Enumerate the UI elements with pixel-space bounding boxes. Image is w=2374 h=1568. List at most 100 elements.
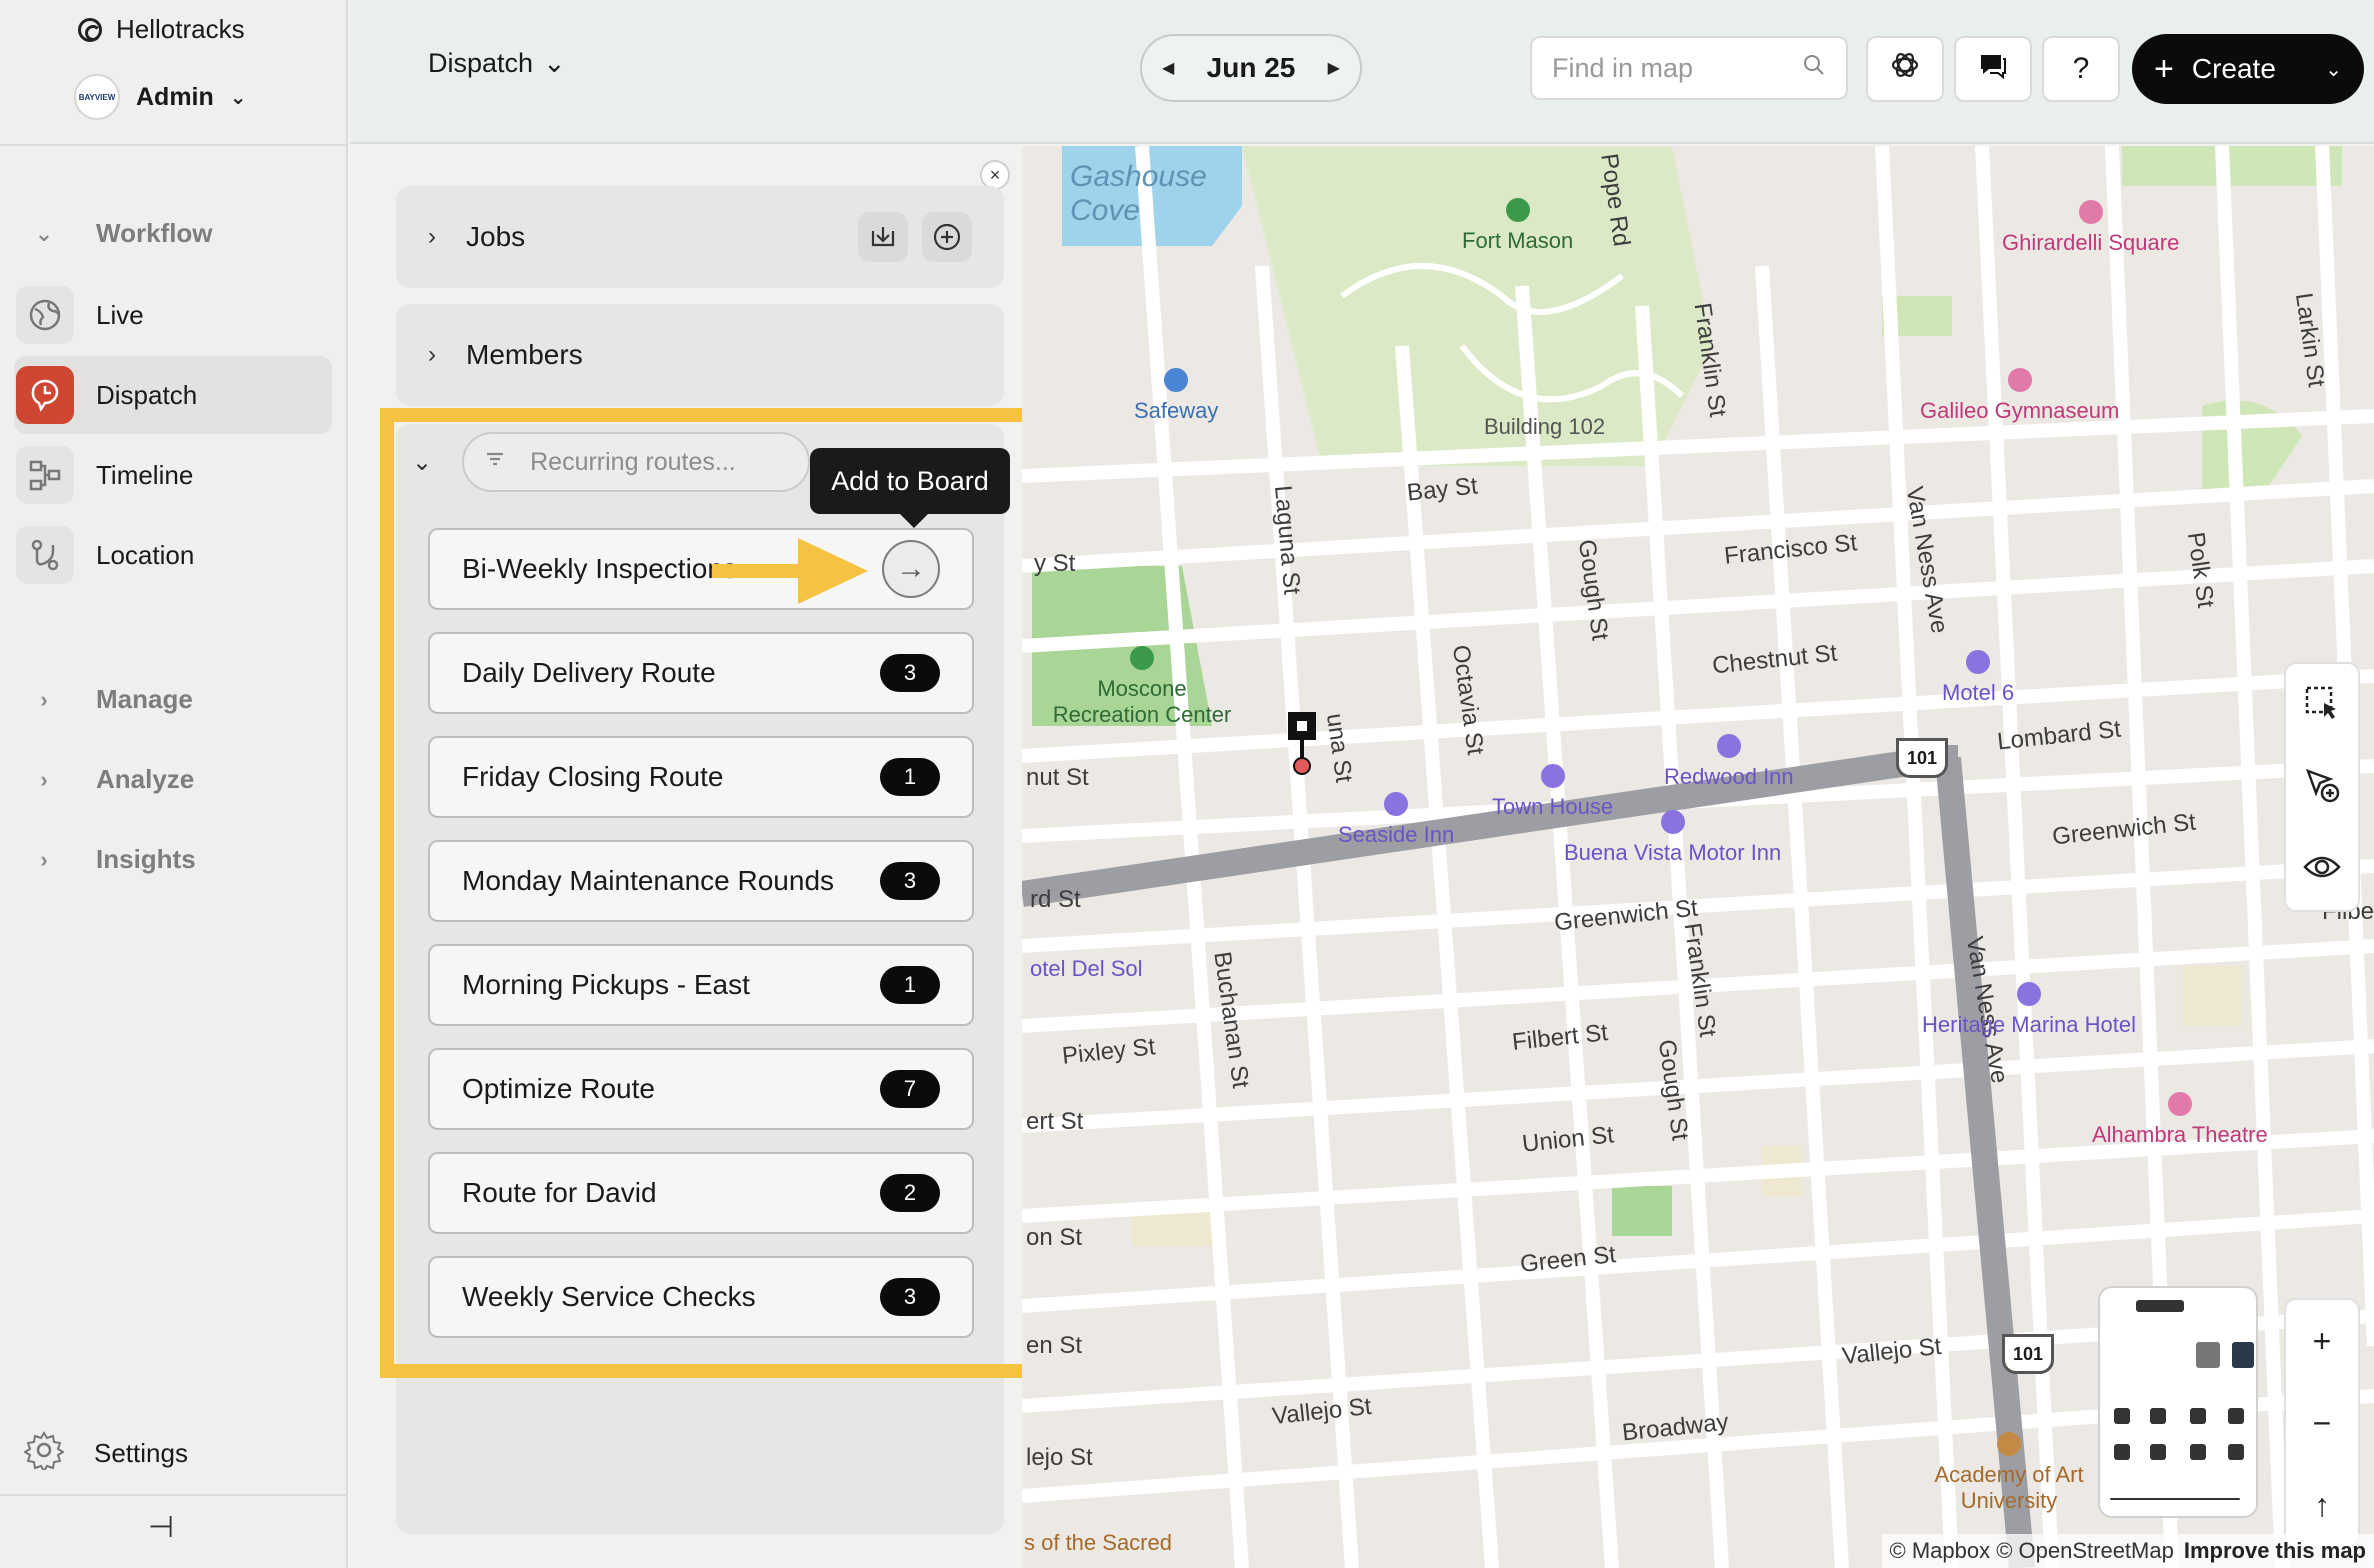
- next-day-icon[interactable]: ▶: [1328, 58, 1340, 78]
- sidebar-group-label: Manage: [96, 684, 193, 714]
- account-name: Admin: [136, 82, 214, 111]
- poi-label: Galileo Gymnaseum: [1920, 398, 2120, 423]
- street-label: ert St: [1026, 1108, 1084, 1135]
- jobs-section[interactable]: › Jobs: [396, 186, 1004, 288]
- sidebar-item-label: Dispatch: [96, 379, 198, 410]
- poi-label: s of the Sacred: [1024, 1530, 1172, 1555]
- poi-sacred[interactable]: s of the Sacred: [1024, 1530, 1172, 1556]
- map-view[interactable]: Laguna St Bay St Francisco St Chestnut S…: [1022, 146, 2374, 1568]
- dark-thumb: [2232, 1342, 2254, 1368]
- sidebar-group-analyze[interactable]: › Analyze: [30, 764, 194, 795]
- poi-label: Seaside Inn: [1338, 822, 1455, 847]
- add-job-button[interactable]: [922, 212, 972, 262]
- route-count-badge: 3: [880, 1278, 940, 1316]
- dispatch-icon: [16, 366, 74, 424]
- route-count-badge: 3: [880, 862, 940, 900]
- chevron-down-icon: ⌄: [34, 220, 54, 246]
- poi-moscone-recreation-center[interactable]: Moscone Recreation Center: [1042, 646, 1242, 728]
- help-button[interactable]: ?: [2042, 36, 2120, 102]
- sidebar-group-manage[interactable]: › Manage: [30, 684, 193, 715]
- poi-ghirardelli-square[interactable]: Ghirardelli Square: [2002, 200, 2179, 256]
- hotel-icon: [1384, 792, 1409, 816]
- jobs-actions: [858, 212, 972, 262]
- poi-academy-of-art-university[interactable]: Academy of Art University: [1934, 1432, 2084, 1514]
- messages-button[interactable]: [1954, 36, 2032, 102]
- map-layers-button[interactable]: [2098, 1286, 2258, 1518]
- add-place-icon[interactable]: [2302, 765, 2342, 810]
- route-item[interactable]: Bi-Weekly Inspections →: [428, 528, 974, 610]
- route-item[interactable]: Optimize Route 7: [428, 1048, 974, 1130]
- layer-icon: [2228, 1444, 2244, 1460]
- previous-day-icon[interactable]: ◀: [1162, 58, 1174, 78]
- hotel-icon: [1540, 764, 1565, 788]
- divider: [0, 144, 346, 146]
- chevron-down-icon[interactable]: ⌄: [412, 448, 432, 477]
- chevron-down-icon: ⌄: [543, 48, 566, 78]
- poi-alhambra-theatre[interactable]: Alhambra Theatre: [2092, 1092, 2268, 1148]
- school-icon: [1997, 1432, 2021, 1456]
- account-switcher[interactable]: BAYVIEW Admin ⌄: [74, 74, 247, 120]
- section-title: Jobs: [466, 221, 526, 252]
- route-item[interactable]: Friday Closing Route 1: [428, 736, 974, 818]
- arrow-right-icon: →: [896, 552, 926, 585]
- sidebar-item-timeline[interactable]: Timeline: [14, 436, 332, 514]
- account-logo: BAYVIEW: [78, 92, 116, 102]
- map-marker-icon[interactable]: [1286, 710, 1318, 776]
- app-brand[interactable]: Hellotracks: [78, 14, 245, 45]
- filter-icon: [484, 448, 506, 477]
- sidebar: Hellotracks BAYVIEW Admin ⌄ ⌄ Workflow L…: [0, 0, 348, 1568]
- route-item[interactable]: Daily Delivery Route 3: [428, 632, 974, 714]
- zoom-out-icon[interactable]: −: [2313, 1405, 2332, 1442]
- poi-fort-mason[interactable]: Fort Mason: [1462, 198, 1573, 254]
- sidebar-group-workflow[interactable]: ⌄ Workflow: [30, 218, 213, 249]
- highway-shield: 101: [1896, 738, 1948, 778]
- poi-heritage-marina-hotel[interactable]: Heritage Marina Hotel: [1922, 982, 2136, 1038]
- search-input[interactable]: [1552, 52, 1792, 84]
- street-label: rd St: [1030, 886, 1081, 913]
- eye-icon[interactable]: [2302, 847, 2342, 892]
- sidebar-group-insights[interactable]: › Insights: [30, 844, 195, 875]
- route-count-badge: 2: [880, 1174, 940, 1212]
- sidebar-item-location[interactable]: Location: [14, 516, 332, 594]
- poi-redwood-inn[interactable]: Redwood Inn: [1664, 734, 1794, 790]
- poi-seaside-inn[interactable]: Seaside Inn: [1338, 792, 1454, 848]
- members-section[interactable]: › Members: [396, 304, 1004, 406]
- route-count-badge: 3: [880, 654, 940, 692]
- routes-filter[interactable]: Recurring routes...: [462, 432, 811, 492]
- poi-safeway[interactable]: Safeway: [1134, 368, 1218, 424]
- chevron-right-icon: ›: [428, 223, 436, 250]
- view-selector[interactable]: Dispatch ⌄: [428, 48, 566, 79]
- poi-label: Academy of Art University: [1934, 1462, 2084, 1513]
- zoom-in-icon[interactable]: +: [2313, 1323, 2332, 1360]
- shopping-icon: [1164, 368, 1189, 392]
- satellite-thumb: [2196, 1342, 2220, 1368]
- import-jobs-button[interactable]: [858, 212, 908, 262]
- ai-assistant-button[interactable]: [1866, 36, 1944, 102]
- poi-galileo-gymnaseum[interactable]: Galileo Gymnaseum: [1920, 368, 2119, 424]
- create-button[interactable]: + Create ⌄: [2132, 34, 2364, 104]
- compass-icon[interactable]: ↑: [2314, 1487, 2330, 1524]
- icon-size-slider: [2110, 1498, 2240, 1500]
- sidebar-item-settings[interactable]: Settings: [23, 1430, 188, 1477]
- map-attribution: © Mapbox © OpenStreetMap Improve this ma…: [1881, 1534, 2374, 1568]
- layer-icon: [2190, 1444, 2206, 1460]
- improve-map-link[interactable]: Improve this map: [2184, 1538, 2366, 1564]
- route-item[interactable]: Route for David 2: [428, 1152, 974, 1234]
- plus-icon: +: [2154, 49, 2174, 88]
- route-item[interactable]: Monday Maintenance Rounds 3: [428, 840, 974, 922]
- route-item[interactable]: Morning Pickups - East 1: [428, 944, 974, 1026]
- hotel-icon: [1660, 810, 1685, 834]
- lasso-select-icon[interactable]: [2302, 683, 2342, 728]
- poi-motel-6[interactable]: Motel 6: [1942, 650, 2014, 706]
- poi-hotel-del-sol[interactable]: otel Del Sol: [1030, 956, 1143, 982]
- layer-icon: [2114, 1408, 2130, 1424]
- sidebar-item-dispatch[interactable]: Dispatch: [14, 356, 332, 434]
- attribution-text[interactable]: © Mapbox © OpenStreetMap: [1890, 1538, 2174, 1564]
- pin-sidebar-icon[interactable]: ⊣: [148, 1510, 174, 1545]
- chat-icon: [1977, 49, 2009, 89]
- current-date[interactable]: Jun 25: [1207, 52, 1296, 84]
- add-to-board-button[interactable]: →: [882, 540, 940, 598]
- route-item[interactable]: Weekly Service Checks 3: [428, 1256, 974, 1338]
- sidebar-item-live[interactable]: Live: [14, 276, 332, 354]
- poi-buena-vista-motor-inn[interactable]: Buena Vista Motor Inn: [1564, 810, 1781, 866]
